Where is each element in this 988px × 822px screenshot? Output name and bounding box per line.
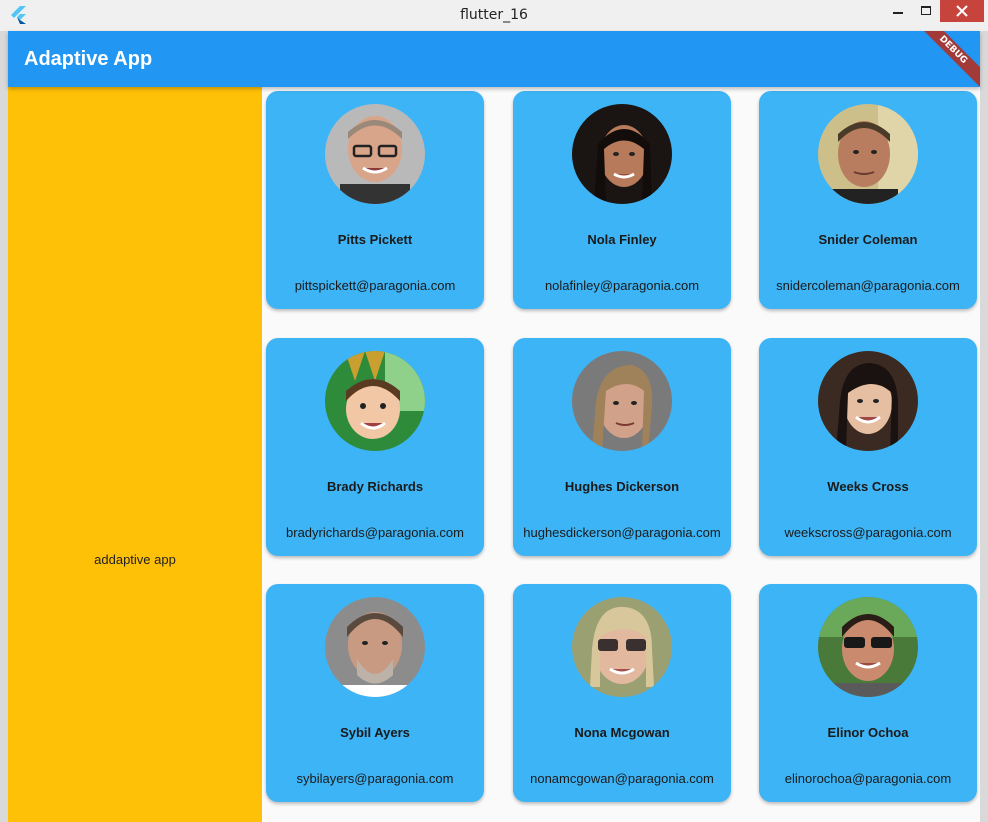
avatar [572, 351, 672, 451]
person-email: bradyrichards@paragonia.com [286, 525, 464, 540]
avatar [325, 104, 425, 204]
avatar [325, 597, 425, 697]
window-title: flutter_16 [460, 7, 528, 23]
person-card[interactable]: Pitts Pickett pittspickett@paragonia.com [266, 91, 484, 309]
person-email: sybilayers@paragonia.com [296, 771, 454, 786]
person-card[interactable]: Snider Coleman snidercoleman@paragonia.c… [759, 91, 977, 309]
person-name: Pitts Pickett [337, 232, 413, 247]
person-name: Nona Mcgowan [574, 725, 670, 740]
minimize-icon [893, 12, 903, 14]
avatar [818, 104, 918, 204]
person-photo-icon [818, 597, 918, 697]
avatar [572, 597, 672, 697]
person-card[interactable]: Elinor Ochoa elinorochoa@paragonia.com [759, 584, 977, 802]
person-photo-icon [325, 597, 425, 697]
person-photo-icon [325, 104, 425, 204]
debug-banner: DEBUG [916, 31, 980, 87]
people-grid: Pitts Pickett pittspickett@paragonia.com… [262, 87, 980, 822]
person-photo-icon [325, 351, 425, 451]
side-panel: addaptive app [8, 87, 262, 822]
window-frame-left [0, 31, 8, 822]
minimize-button[interactable] [884, 0, 912, 22]
person-email: elinorochoa@paragonia.com [784, 771, 952, 786]
person-name: Sybil Ayers [340, 725, 410, 740]
person-photo-icon [572, 351, 672, 451]
person-card[interactable]: Brady Richards bradyrichards@paragonia.c… [266, 338, 484, 556]
close-button[interactable] [940, 0, 984, 22]
avatar [325, 351, 425, 451]
app-bar: Adaptive App DEBUG [8, 31, 980, 87]
person-card[interactable]: Nona Mcgowan nonamcgowan@paragonia.com [513, 584, 731, 802]
person-name: Snider Coleman [818, 232, 918, 247]
person-card[interactable]: Weeks Cross weekscross@paragonia.com [759, 338, 977, 556]
person-name: Nola Finley [587, 232, 657, 247]
avatar [572, 104, 672, 204]
person-name: Brady Richards [326, 479, 424, 494]
window-titlebar: flutter_16 [0, 0, 988, 32]
person-email: pittspickett@paragonia.com [294, 278, 456, 293]
person-name: Hughes Dickerson [564, 479, 680, 494]
person-name: Elinor Ochoa [827, 725, 909, 740]
person-photo-icon [818, 351, 918, 451]
person-email: hughesdickerson@paragonia.com [523, 525, 721, 540]
close-icon [956, 5, 968, 17]
person-card[interactable]: Sybil Ayers sybilayers@paragonia.com [266, 584, 484, 802]
person-email: weekscross@paragonia.com [784, 525, 952, 540]
window-frame-right [980, 31, 988, 822]
maximize-button[interactable] [912, 0, 940, 22]
person-email: nolafinley@paragonia.com [544, 278, 700, 293]
person-card[interactable]: Hughes Dickerson hughesdickerson@paragon… [513, 338, 731, 556]
person-photo-icon [572, 597, 672, 697]
avatar [818, 597, 918, 697]
side-panel-text: addaptive app [94, 552, 176, 567]
person-email: nonamcgowan@paragonia.com [530, 771, 714, 786]
person-card[interactable]: Nola Finley nolafinley@paragonia.com [513, 91, 731, 309]
avatar [818, 351, 918, 451]
person-name: Weeks Cross [827, 479, 909, 494]
person-photo-icon [818, 104, 918, 204]
maximize-icon [921, 6, 931, 15]
person-email: snidercoleman@paragonia.com [776, 278, 960, 293]
app-bar-title: Adaptive App [24, 48, 153, 70]
person-photo-icon [572, 104, 672, 204]
